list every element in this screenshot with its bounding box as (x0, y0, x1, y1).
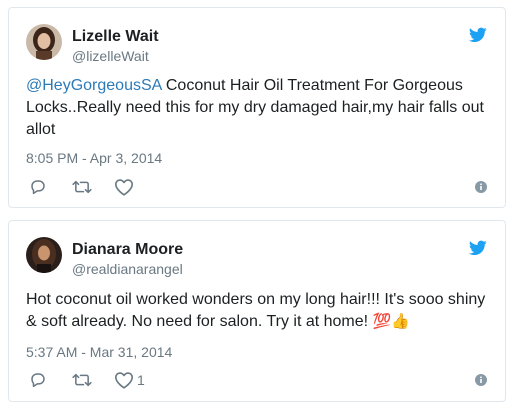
info-button[interactable] (475, 370, 487, 390)
emoji: 💯👍 (372, 313, 410, 330)
tweet-actions: 1 (26, 370, 487, 390)
tweet-text: Hot coconut oil worked wonders on my lon… (26, 289, 487, 333)
like-button[interactable] (114, 177, 137, 197)
reply-icon (31, 180, 45, 195)
info-icon (475, 181, 487, 193)
like-count: 1 (137, 372, 145, 388)
author-name[interactable]: Dianara Moore (72, 241, 183, 259)
retweet-icon (72, 180, 92, 194)
avatar[interactable] (26, 237, 62, 273)
retweet-button[interactable] (72, 370, 92, 390)
tweet-actions (26, 177, 487, 197)
reply-button[interactable] (29, 177, 47, 197)
avatar[interactable] (26, 24, 62, 60)
retweet-button[interactable] (72, 177, 92, 197)
twitter-bird-icon[interactable] (468, 240, 487, 256)
tweet-timestamp[interactable]: 8:05 PM - Apr 3, 2014 (26, 150, 162, 166)
retweet-icon (72, 373, 92, 387)
info-button[interactable] (475, 177, 487, 197)
author-name[interactable]: Lizelle Wait (72, 28, 159, 46)
reply-button[interactable] (29, 370, 47, 390)
like-button[interactable]: 1 (114, 370, 145, 390)
tweet-card[interactable]: Dianara Moore @realdianarangel Hot cocon… (8, 220, 506, 402)
like-icon (115, 372, 133, 389)
like-icon (115, 179, 133, 196)
tweet-timestamp[interactable]: 5:37 AM - Mar 31, 2014 (26, 344, 172, 360)
tweet-text: @HeyGorgeousSA Coconut Hair Oil Treatmen… (26, 75, 487, 141)
reply-icon (31, 373, 45, 388)
twitter-bird-icon[interactable] (468, 27, 487, 43)
info-icon (475, 374, 487, 386)
author-handle[interactable]: @realdianarangel (72, 261, 183, 277)
tweet-body: Hot coconut oil worked wonders on my lon… (26, 291, 486, 330)
mention-link[interactable]: @HeyGorgeousSA (26, 77, 161, 94)
author-handle[interactable]: @lizelleWait (72, 48, 149, 64)
tweet-card[interactable]: Lizelle Wait @lizelleWait @HeyGorgeousSA… (8, 7, 506, 208)
